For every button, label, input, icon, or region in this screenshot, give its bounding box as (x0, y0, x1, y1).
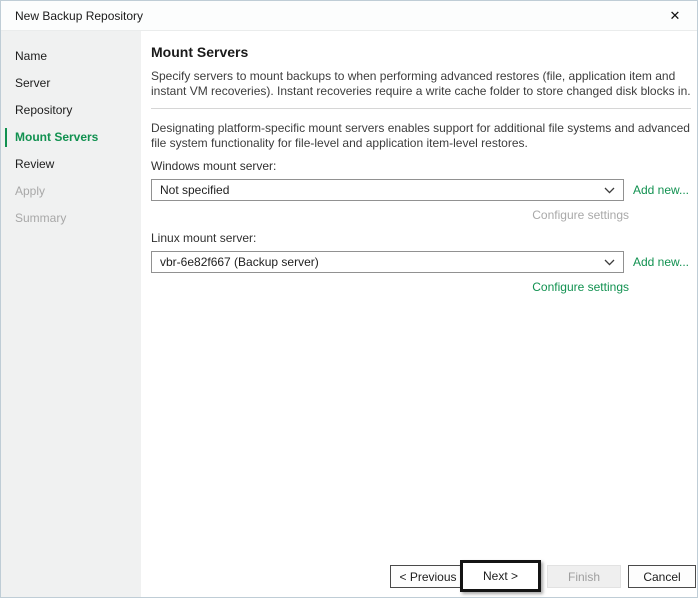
linux-mount-server-select[interactable]: vbr-6e82f667 (Backup server) (151, 251, 624, 273)
titlebar: New Backup Repository ✕ (1, 1, 697, 31)
windows-mount-server-select[interactable]: Not specified (151, 179, 624, 201)
close-icon[interactable]: ✕ (665, 7, 685, 25)
linux-add-new-link[interactable]: Add new... (633, 255, 689, 269)
sidebar-item-summary: Summary (1, 205, 141, 232)
previous-button[interactable]: < Previous (390, 565, 466, 588)
wizard-page-mount-servers: Mount Servers Specify servers to mount b… (141, 31, 697, 597)
sidebar-item-mount-servers[interactable]: Mount Servers (1, 124, 141, 151)
linux-mount-server-value: vbr-6e82f667 (Backup server) (152, 255, 597, 269)
windows-add-new-link[interactable]: Add new... (633, 183, 689, 197)
linux-mount-server-row: vbr-6e82f667 (Backup server) Add new... (151, 251, 689, 273)
finish-button: Finish (547, 565, 621, 588)
platform-note-text: Designating platform-specific mount serv… (151, 121, 693, 150)
windows-configure-settings-link: Configure settings (151, 208, 629, 222)
wizard-steps-sidebar: Name Server Repository Mount Servers Rev… (1, 31, 141, 597)
windows-mount-server-value: Not specified (152, 183, 597, 197)
chevron-down-icon (597, 187, 623, 194)
linux-mount-server-label: Linux mount server: (151, 231, 689, 245)
header-divider (151, 108, 691, 109)
page-title: Mount Servers (151, 44, 689, 60)
windows-mount-server-row: Not specified Add new... (151, 179, 689, 201)
window-title: New Backup Repository (15, 9, 143, 23)
sidebar-item-review[interactable]: Review (1, 151, 141, 178)
next-button[interactable]: Next > (460, 560, 541, 592)
chevron-down-icon (597, 259, 623, 266)
page-description: Specify servers to mount backups to when… (151, 69, 693, 98)
linux-configure-settings-link[interactable]: Configure settings (151, 280, 629, 294)
sidebar-item-repository[interactable]: Repository (1, 97, 141, 124)
sidebar-item-apply: Apply (1, 178, 141, 205)
sidebar-item-name[interactable]: Name (1, 43, 141, 70)
cancel-button[interactable]: Cancel (628, 565, 696, 588)
new-backup-repository-dialog: New Backup Repository ✕ Name Server Repo… (0, 0, 698, 598)
sidebar-item-server[interactable]: Server (1, 70, 141, 97)
windows-mount-server-label: Windows mount server: (151, 159, 689, 173)
